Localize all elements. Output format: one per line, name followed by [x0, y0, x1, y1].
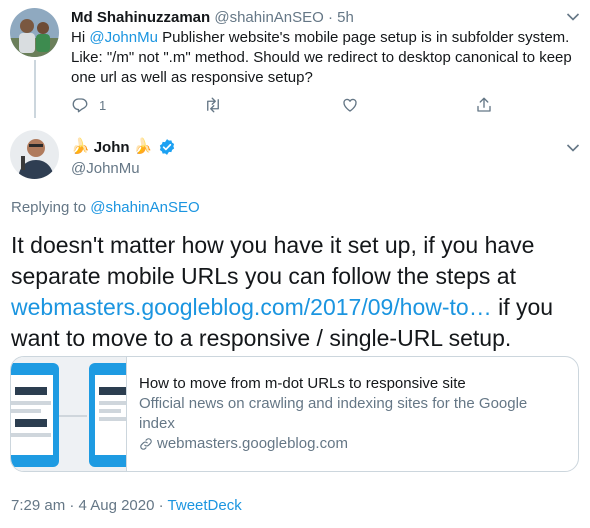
tweet-time[interactable]: 5h [337, 9, 354, 26]
tweet-date[interactable]: 4 Aug 2020 [79, 497, 155, 514]
heart-icon [343, 98, 357, 112]
verified-badge-icon [160, 139, 175, 155]
tweet-text-start: Hi [71, 29, 90, 46]
tweet-text-start: It doesn't matter how you have it set up… [11, 232, 535, 289]
display-name[interactable]: Md Shahinuzzaman [71, 9, 210, 26]
avatar[interactable] [10, 8, 59, 57]
link-icon [140, 438, 152, 450]
separator: · [154, 497, 168, 514]
parent-tweet: Md Shahinuzzaman @shahinAnSEO · 5h Hi @J… [0, 0, 590, 120]
username[interactable]: @JohnMu [71, 160, 140, 177]
chevron-down-icon[interactable] [566, 12, 580, 22]
banana-icon: 🍌 [71, 138, 90, 155]
card-thumbnail [11, 357, 127, 471]
tweet-timestamp: 7:29 am · 4 Aug 2020 · TweetDeck [11, 497, 242, 514]
tweet-actions: 1 [71, 94, 511, 116]
reply-icon [72, 98, 88, 113]
reply-count: 1 [99, 97, 107, 113]
chevron-down-icon[interactable] [566, 143, 580, 153]
separator: · [327, 9, 333, 26]
retweet-button[interactable] [204, 94, 222, 116]
tweet-text: It doesn't matter how you have it set up… [11, 230, 581, 354]
replying-label: Replying to [11, 199, 91, 216]
display-name[interactable]: 🍌 John 🍌 [71, 138, 176, 156]
card-description: Official news on crawling and indexing s… [139, 395, 528, 432]
reply-button[interactable]: 1 [71, 94, 106, 116]
separator: · [65, 497, 79, 514]
tweet-text: Hi @JohnMu Publisher website's mobile pa… [71, 28, 581, 88]
tweet-header: Md Shahinuzzaman @shahinAnSEO · 5h [71, 8, 354, 28]
mention-link[interactable]: @JohnMu [89, 29, 158, 46]
avatar[interactable] [10, 130, 59, 179]
card-body: How to move from m-dot URLs to responsiv… [127, 357, 578, 471]
display-name-text: John [93, 138, 130, 156]
username[interactable]: @shahinAnSEO [214, 9, 323, 26]
retweet-icon [207, 97, 219, 113]
banana-icon: 🍌 [133, 138, 153, 155]
tweet-time[interactable]: 7:29 am [11, 497, 65, 514]
thread-line [34, 60, 36, 118]
share-button[interactable] [475, 94, 493, 116]
card-domain: webmasters.googleblog.com [139, 434, 566, 454]
url-link[interactable]: webmasters.googleblog.com/2017/09/how-to… [11, 294, 492, 320]
mention-link[interactable]: @shahinAnSEO [90, 199, 199, 216]
link-preview-card[interactable]: How to move from m-dot URLs to responsiv… [10, 356, 579, 472]
card-title: How to move from m-dot URLs to responsiv… [139, 375, 466, 392]
like-button[interactable] [341, 94, 359, 116]
share-icon [477, 97, 491, 112]
card-domain-text: webmasters.googleblog.com [157, 435, 348, 452]
source-app-link[interactable]: TweetDeck [168, 497, 242, 514]
replying-to: Replying to @shahinAnSEO [11, 199, 200, 216]
